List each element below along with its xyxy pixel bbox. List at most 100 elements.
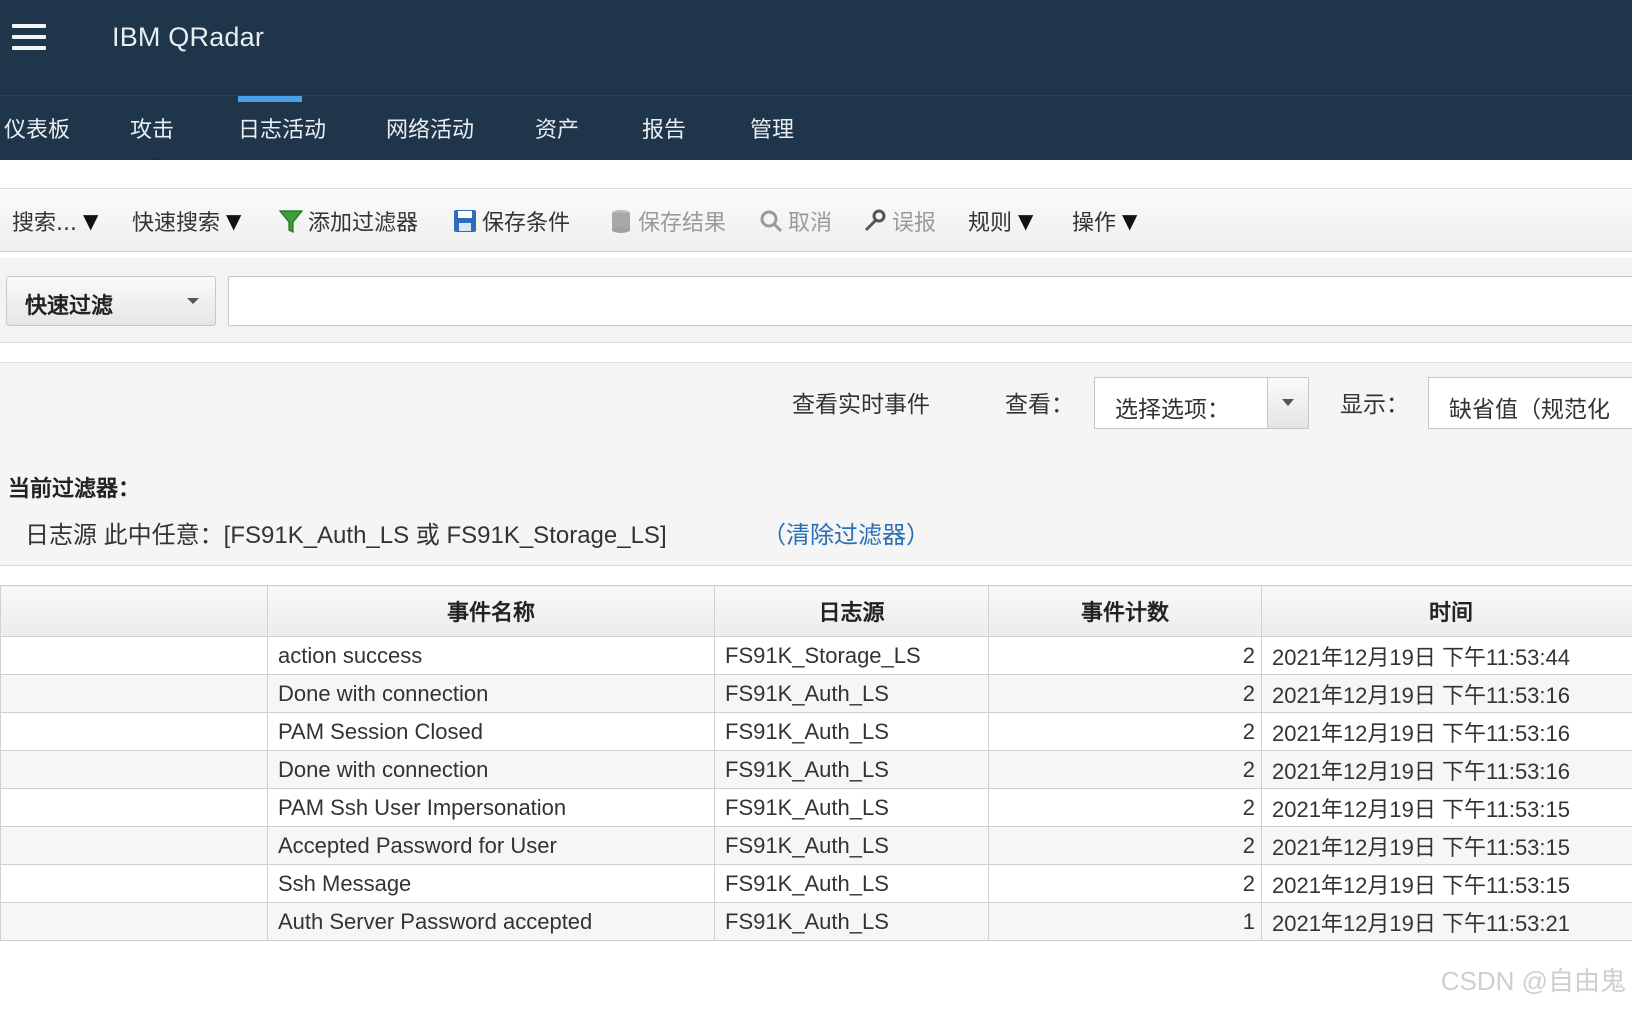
actions-label: 操作 bbox=[1072, 211, 1117, 236]
event-count-cell: 2 bbox=[988, 712, 1262, 751]
log-source-cell: FS91K_Auth_LS bbox=[714, 750, 989, 789]
view-select-value: 选择选项： bbox=[1115, 397, 1230, 423]
tab-dashboard[interactable]: 仪表板 bbox=[4, 112, 70, 144]
add-filter-button[interactable]: 添加过滤器 bbox=[278, 205, 418, 237]
time-cell: 2021年12月19日 下午11:53:16 bbox=[1261, 674, 1632, 713]
event-count-cell: 2 bbox=[988, 750, 1262, 789]
log-source-cell: FS91K_Auth_LS bbox=[714, 826, 989, 865]
display-label: 显示： bbox=[1340, 392, 1409, 418]
save-results-button[interactable]: 保存结果 bbox=[608, 205, 726, 237]
rules-menu-button[interactable]: 规则 ▼ bbox=[968, 205, 1033, 237]
save-disk-icon bbox=[454, 210, 476, 232]
view-realtime-events-link[interactable]: 查看实时事件 bbox=[792, 385, 930, 419]
event-name-cell: action success bbox=[267, 636, 715, 675]
table-header-row: 事件名称 日志源 事件计数 时间 bbox=[0, 585, 1632, 637]
display-select-value: 缺省值（规范化 bbox=[1449, 397, 1610, 423]
event-name-cell: Accepted Password for User bbox=[267, 826, 715, 865]
time-cell: 2021年12月19日 下午11:53:16 bbox=[1261, 712, 1632, 751]
quick-filter-input[interactable] bbox=[228, 276, 1632, 326]
table-row[interactable]: PAM Session Closed FS91K_Auth_LS 2 2021年… bbox=[0, 712, 1632, 751]
event-name-cell: Done with connection bbox=[267, 674, 715, 713]
table-row[interactable]: PAM Ssh User Impersonation FS91K_Auth_LS… bbox=[0, 788, 1632, 827]
row-cell-blank bbox=[0, 750, 268, 789]
clear-filter-link[interactable]: （清除过滤器） bbox=[762, 515, 930, 550]
event-count-cell: 2 bbox=[988, 674, 1262, 713]
view-select[interactable]: 选择选项： bbox=[1094, 377, 1309, 429]
row-cell-blank bbox=[0, 712, 268, 751]
tab-offenses[interactable]: 攻击 bbox=[130, 112, 174, 144]
top-header: IBM QRadar 仪表板 攻击 日志活动 网络活动 资产 报告 管理 bbox=[0, 0, 1632, 160]
search-menu-label: 搜索... bbox=[12, 211, 77, 236]
events-table-container: 事件名称 日志源 事件计数 时间 action success FS91K_St… bbox=[0, 585, 1632, 941]
column-header-log-source[interactable]: 日志源 bbox=[714, 585, 989, 637]
event-name-cell: Auth Server Password accepted bbox=[267, 902, 715, 941]
event-count-cell: 1 bbox=[988, 902, 1262, 941]
active-tab-indicator bbox=[238, 96, 302, 102]
add-filter-label: 添加过滤器 bbox=[308, 211, 419, 236]
save-results-label: 保存结果 bbox=[638, 211, 727, 236]
search-menu-button[interactable]: 搜索... ▼ bbox=[12, 205, 98, 237]
time-cell: 2021年12月19日 下午11:53:44 bbox=[1261, 636, 1632, 675]
dropdown-arrow-icon: ▼ bbox=[1018, 209, 1034, 233]
cancel-label: 取消 bbox=[788, 211, 833, 236]
current-filter-text: 日志源 此中任意：[FS91K_Auth_LS 或 FS91K_Storage_… bbox=[25, 522, 667, 549]
log-source-cell: FS91K_Auth_LS bbox=[714, 902, 989, 941]
rules-label: 规则 bbox=[968, 211, 1013, 236]
column-header-blank[interactable] bbox=[0, 585, 268, 637]
table-row[interactable]: Done with connection FS91K_Auth_LS 2 202… bbox=[0, 674, 1632, 713]
event-name-cell: Done with connection bbox=[267, 750, 715, 789]
magnifier-cancel-icon bbox=[760, 210, 783, 233]
log-source-cell: FS91K_Auth_LS bbox=[714, 788, 989, 827]
watermark: CSDN @自由鬼 bbox=[1440, 966, 1626, 996]
tab-admin[interactable]: 管理 bbox=[750, 112, 794, 144]
view-label: 查看： bbox=[1005, 392, 1074, 418]
event-name-cell: PAM Session Closed bbox=[267, 712, 715, 751]
chevron-down-icon[interactable] bbox=[1267, 378, 1308, 428]
row-cell-blank bbox=[0, 826, 268, 865]
tab-assets[interactable]: 资产 bbox=[535, 112, 579, 144]
false-positive-label: 误报 bbox=[892, 211, 937, 236]
table-row[interactable]: Ssh Message FS91K_Auth_LS 2 2021年12月19日 … bbox=[0, 864, 1632, 903]
table-row[interactable]: Done with connection FS91K_Auth_LS 2 202… bbox=[0, 750, 1632, 789]
actions-menu-button[interactable]: 操作 ▼ bbox=[1072, 205, 1137, 237]
filter-funnel-icon bbox=[278, 210, 304, 233]
database-icon bbox=[612, 210, 630, 233]
column-header-event-name[interactable]: 事件名称 bbox=[267, 585, 715, 637]
dropdown-arrow-icon: ▼ bbox=[1122, 209, 1138, 233]
save-criteria-label: 保存条件 bbox=[482, 211, 571, 236]
quick-filter-select[interactable]: 快速过滤 bbox=[6, 276, 216, 326]
save-criteria-button[interactable]: 保存条件 bbox=[452, 205, 570, 237]
dropdown-arrow-icon: ▼ bbox=[226, 209, 242, 233]
table-row[interactable]: action success FS91K_Storage_LS 2 2021年1… bbox=[0, 636, 1632, 675]
chevron-down-icon bbox=[187, 298, 199, 304]
toolbar-area: 搜索... ▼ 快速搜索 ▼ 添加过滤器 保存条件 保存结果 取消 误报 规则 … bbox=[0, 160, 1632, 252]
quick-filter-label: 快速过滤 bbox=[25, 294, 114, 319]
row-cell-blank bbox=[0, 902, 268, 941]
wrench-icon bbox=[864, 209, 886, 232]
quick-search-label: 快速搜索 bbox=[132, 211, 221, 236]
event-count-cell: 2 bbox=[988, 788, 1262, 827]
column-header-time[interactable]: 时间 bbox=[1261, 585, 1632, 637]
tab-log-activity[interactable]: 日志活动 bbox=[238, 112, 326, 144]
events-table: 事件名称 日志源 事件计数 时间 action success FS91K_St… bbox=[0, 585, 1632, 941]
current-filters-title: 当前过滤器： bbox=[8, 477, 141, 502]
row-cell-blank bbox=[0, 788, 268, 827]
event-name-cell: Ssh Message bbox=[267, 864, 715, 903]
row-cell-blank bbox=[0, 636, 268, 675]
column-header-event-count[interactable]: 事件计数 bbox=[988, 585, 1262, 637]
tab-network-activity[interactable]: 网络活动 bbox=[386, 112, 474, 144]
table-row[interactable]: Accepted Password for User FS91K_Auth_LS… bbox=[0, 826, 1632, 865]
toolbar: 搜索... ▼ 快速搜索 ▼ 添加过滤器 保存条件 保存结果 取消 误报 规则 … bbox=[0, 188, 1632, 252]
quick-search-button[interactable]: 快速搜索 ▼ bbox=[132, 205, 241, 237]
event-name-cell: PAM Ssh User Impersonation bbox=[267, 788, 715, 827]
tab-reports[interactable]: 报告 bbox=[642, 112, 686, 144]
log-source-cell: FS91K_Storage_LS bbox=[714, 636, 989, 675]
row-cell-blank bbox=[0, 864, 268, 903]
table-row[interactable]: Auth Server Password accepted FS91K_Auth… bbox=[0, 902, 1632, 941]
false-positive-button[interactable]: 误报 bbox=[862, 205, 936, 237]
quick-filter-row: 快速过滤 bbox=[0, 258, 1632, 343]
display-select[interactable]: 缺省值（规范化 bbox=[1428, 377, 1632, 429]
cancel-button[interactable]: 取消 bbox=[758, 205, 832, 237]
time-cell: 2021年12月19日 下午11:53:21 bbox=[1261, 902, 1632, 941]
menu-icon[interactable] bbox=[12, 24, 46, 52]
